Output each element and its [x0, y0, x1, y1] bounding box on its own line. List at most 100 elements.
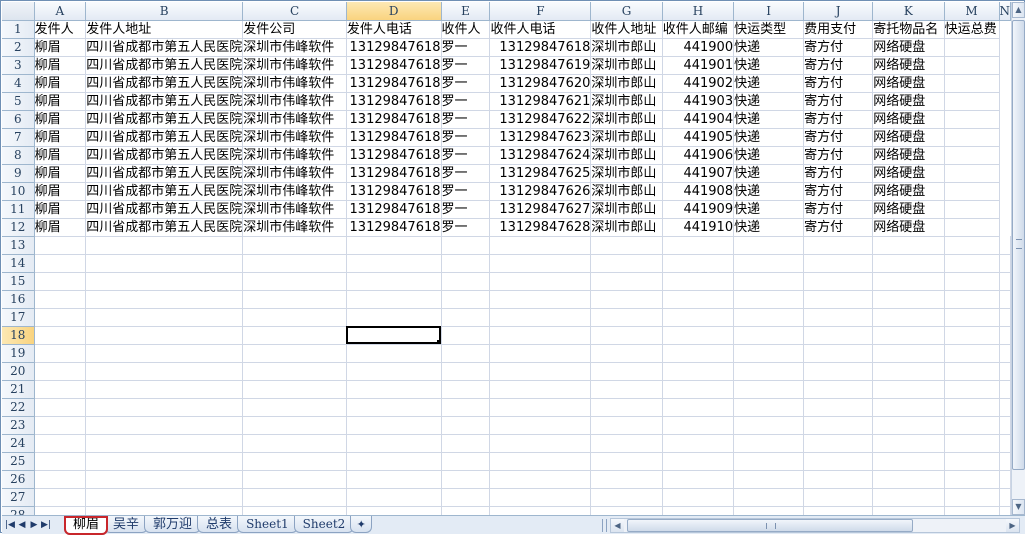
cell[interactable] — [662, 470, 735, 489]
cell[interactable]: 快递 — [733, 164, 805, 183]
cell[interactable]: 寄方付 — [803, 110, 874, 129]
cell[interactable]: 深圳市伟峰软件 — [242, 164, 347, 183]
vertical-scrollbar[interactable]: ▲ ▼ — [1011, 2, 1025, 515]
cell[interactable]: 四川省成都市第五人民医院 — [85, 164, 244, 183]
cell[interactable] — [590, 416, 663, 435]
cell[interactable] — [662, 290, 735, 309]
cell[interactable] — [803, 506, 874, 515]
cell[interactable] — [803, 254, 874, 273]
cell[interactable] — [872, 308, 945, 327]
row-header[interactable]: 22 — [2, 398, 35, 417]
cell[interactable] — [803, 308, 874, 327]
cell[interactable] — [590, 470, 663, 489]
scroll-down-icon[interactable]: ▼ — [1012, 499, 1025, 515]
cell[interactable] — [662, 344, 735, 363]
cell[interactable] — [944, 380, 1000, 399]
cell[interactable] — [346, 488, 442, 507]
cell[interactable]: 柳眉 — [34, 128, 87, 147]
cell[interactable] — [34, 308, 87, 327]
cell[interactable] — [803, 416, 874, 435]
cell[interactable]: 四川省成都市第五人民医院 — [85, 182, 244, 201]
column-header-f[interactable]: F — [489, 2, 592, 21]
cell[interactable] — [999, 236, 1011, 255]
cell[interactable] — [733, 380, 805, 399]
cell[interactable]: 网络硬盘 — [872, 182, 945, 201]
cell[interactable]: 深圳市伟峰软件 — [242, 38, 347, 57]
cell[interactable]: 柳眉 — [34, 74, 87, 93]
cell[interactable] — [489, 236, 592, 255]
cell[interactable]: 网络硬盘 — [872, 146, 945, 165]
cell[interactable] — [346, 272, 442, 291]
row-header[interactable]: 3 — [2, 56, 35, 75]
cell[interactable] — [733, 290, 805, 309]
cell[interactable]: 深圳市伟峰软件 — [242, 218, 347, 237]
cell[interactable]: 寄方付 — [803, 200, 874, 219]
cell[interactable] — [999, 380, 1011, 399]
column-header-c[interactable]: C — [242, 2, 347, 21]
row-header[interactable]: 5 — [2, 92, 35, 111]
cell[interactable] — [242, 452, 347, 471]
cell[interactable] — [872, 470, 945, 489]
cell[interactable] — [34, 416, 87, 435]
cell[interactable] — [803, 236, 874, 255]
cell[interactable] — [662, 452, 735, 471]
cell[interactable] — [733, 308, 805, 327]
cell[interactable] — [999, 398, 1011, 417]
cell[interactable]: 罗一 — [441, 38, 491, 57]
cell[interactable]: 快递 — [733, 218, 805, 237]
cell[interactable]: 网络硬盘 — [872, 110, 945, 129]
cell[interactable]: 柳眉 — [34, 92, 87, 111]
cell[interactable] — [489, 398, 592, 417]
cell[interactable] — [441, 272, 491, 291]
cell[interactable] — [662, 236, 735, 255]
cell[interactable] — [34, 452, 87, 471]
cell[interactable]: 13129847618 — [346, 92, 442, 111]
cell[interactable]: 13129847628 — [489, 218, 592, 237]
sheet-tab[interactable]: Sheet1 — [237, 516, 298, 533]
row-header[interactable]: 23 — [2, 416, 35, 435]
cell[interactable] — [441, 254, 491, 273]
cell[interactable] — [242, 254, 347, 273]
cell[interactable] — [489, 452, 592, 471]
cell[interactable] — [489, 470, 592, 489]
cell[interactable]: 网络硬盘 — [872, 92, 945, 111]
cell[interactable] — [872, 326, 945, 345]
row-header[interactable]: 1 — [2, 20, 35, 39]
row-header[interactable]: 17 — [2, 308, 35, 327]
cell[interactable]: 深圳市伟峰软件 — [242, 200, 347, 219]
cell[interactable] — [34, 434, 87, 453]
cell[interactable]: 罗一 — [441, 146, 491, 165]
cell[interactable] — [242, 344, 347, 363]
cell[interactable]: 四川省成都市第五人民医院 — [85, 38, 244, 57]
cell[interactable] — [85, 470, 244, 489]
cell[interactable] — [242, 470, 347, 489]
cell[interactable] — [34, 236, 87, 255]
cell[interactable] — [872, 416, 945, 435]
cell[interactable] — [944, 182, 1000, 201]
cell[interactable] — [999, 290, 1011, 309]
cell[interactable]: 柳眉 — [34, 110, 87, 129]
row-header[interactable]: 2 — [2, 38, 35, 57]
cell[interactable] — [489, 344, 592, 363]
cell[interactable]: 柳眉 — [34, 164, 87, 183]
cell[interactable]: 13129847620 — [489, 74, 592, 93]
cell[interactable] — [999, 488, 1011, 507]
cell[interactable] — [346, 416, 442, 435]
cell[interactable] — [590, 236, 663, 255]
cell[interactable] — [803, 488, 874, 507]
cell[interactable] — [242, 326, 347, 345]
cell[interactable] — [944, 200, 1000, 219]
cell[interactable] — [489, 272, 592, 291]
cell[interactable] — [242, 398, 347, 417]
cell[interactable]: 441910 — [662, 218, 735, 237]
cell[interactable]: 收件人邮编 — [662, 20, 735, 39]
cell[interactable] — [590, 290, 663, 309]
column-header-g[interactable]: G — [590, 2, 663, 21]
cell[interactable]: 寄方付 — [803, 128, 874, 147]
row-header[interactable]: 26 — [2, 470, 35, 489]
cell[interactable] — [999, 272, 1011, 291]
cell[interactable]: 罗一 — [441, 200, 491, 219]
cell[interactable]: 441909 — [662, 200, 735, 219]
cell[interactable] — [662, 506, 735, 515]
cell[interactable] — [733, 470, 805, 489]
